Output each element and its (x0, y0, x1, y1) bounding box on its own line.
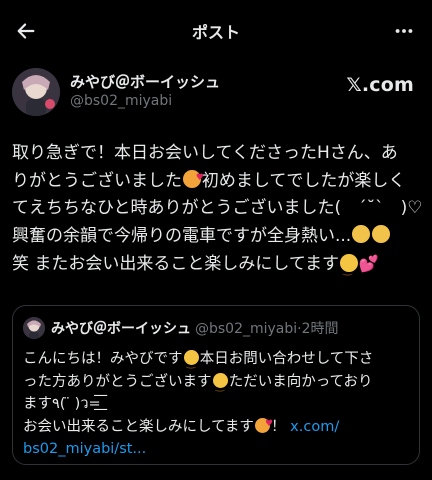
quoted-header: みやび＠ボーイッシュ @bs02_miyabi·2時間 (51, 318, 339, 338)
page-title: ポスト (191, 23, 240, 42)
smiling-face-with-hearts-icon (183, 165, 204, 193)
author-handle[interactable]: @bs02_miyabi (70, 93, 172, 109)
two-hearts-icon: 💕 (358, 254, 379, 273)
relieved-face-icon (340, 253, 358, 283)
quoted-avatar (23, 317, 45, 339)
avatar[interactable] (12, 68, 60, 116)
saluting-face-icon (372, 225, 390, 244)
post-author: みやび＠ボーイッシュ @bs02_miyabi 𝕏.com (12, 68, 422, 120)
more-horizontal-icon (395, 29, 413, 33)
quoted-line: お会い出来ること楽しみにしてます！ x.com/ (23, 413, 413, 439)
quoted-display-name: みやび＠ボーイッシュ (51, 321, 191, 337)
arrow-left-icon (17, 23, 35, 39)
quoted-handle: @bs02_miyabi (195, 321, 298, 337)
post-line: てえちちなひと時ありがとうございました( ´˘` )♡ (12, 198, 423, 218)
author-display-name[interactable]: みやび＠ボーイッシュ (70, 71, 220, 92)
quoted-text: こんにちは！みやびです本日お問い合わせして下さ った方ありがとうございますただい… (23, 348, 413, 461)
quoted-line: った方ありがとうございますただいま向かっており (23, 371, 413, 397)
quoted-timestamp: 2時間 (301, 321, 339, 337)
quoted-link[interactable]: x.com/ (290, 419, 339, 435)
quoted-post[interactable]: みやび＠ボーイッシュ@bs02_miyabi·2時間 こんにちは！みやびです本日… (12, 305, 420, 465)
relieved-face-icon (212, 372, 228, 397)
quoted-line: こんにちは！みやびです本日お問い合わせして下さ (23, 348, 413, 375)
saluting-face-icon (352, 225, 371, 244)
post-line: 笑 またお会い出来ること楽しみにしてます💕 (12, 250, 422, 283)
back-button[interactable] (12, 17, 40, 45)
relieved-face-icon (183, 350, 199, 375)
post-text: 取り急ぎで！本日お会いしてくださったHさん、あ りがとうございました初めましてで… (12, 140, 423, 283)
post-line: 取り急ぎで！本日お会いしてくださったHさん、あ (12, 143, 398, 163)
more-options-button[interactable] (390, 17, 418, 45)
smiling-face-with-hearts-icon (254, 413, 273, 435)
brand-logo: 𝕏.com (346, 74, 414, 96)
post-line: りがとうございました初めましてでしたが楽しく (12, 165, 422, 196)
quoted-line: bs02_miyabi/st... (23, 438, 413, 461)
quoted-link[interactable]: bs02_miyabi/st... (23, 441, 146, 457)
post-line: 興奮の余韻で今帰りの電車ですが全身熱い... (12, 223, 422, 251)
top-bar: ポスト (0, 0, 432, 62)
